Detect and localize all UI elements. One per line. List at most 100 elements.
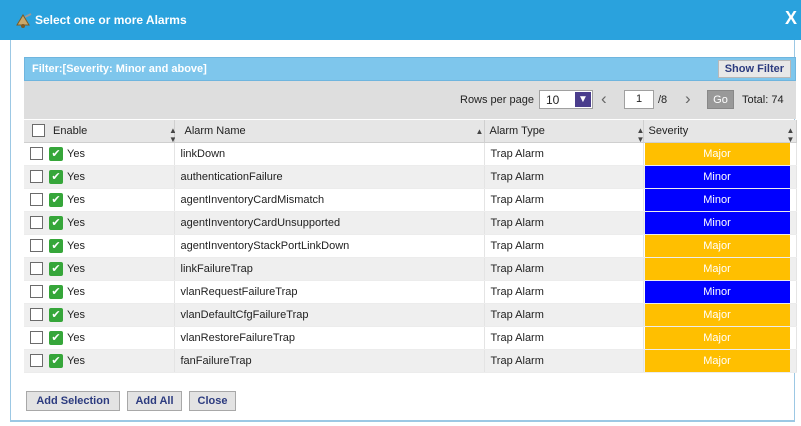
check-icon: ✔ (49, 261, 63, 276)
alarm-name-cell: agentInventoryCardMismatch (174, 188, 485, 212)
alarm-table: Enable ▲ ▼ Alarm Name ▲ Alarm Type ▲ ▼ Sev… (24, 120, 797, 373)
column-severity[interactable]: Severity ▲ ▼ (643, 120, 797, 144)
page-number-input[interactable]: 1 (624, 90, 654, 109)
alarm-name-cell: vlanRestoreFailureTrap (174, 326, 485, 350)
column-enable[interactable]: Enable ▲ ▼ (24, 120, 177, 144)
enable-cell: ✔ Yes (24, 280, 175, 304)
row-checkbox[interactable] (30, 262, 43, 275)
page-count: /8 (658, 94, 668, 106)
column-enable-label: Enable (53, 125, 88, 137)
severity-cell: Minor (643, 165, 797, 189)
alarm-name-cell: vlanDefaultCfgFailureTrap (174, 303, 485, 327)
add-selection-button[interactable]: Add Selection (26, 391, 120, 411)
sort-ascending-icon[interactable]: ▲ (476, 127, 484, 136)
rows-per-page-value: 10 (546, 93, 560, 107)
enabled-value: Yes (67, 308, 85, 321)
alarm-name-cell: agentInventoryStackPortLinkDown (174, 234, 485, 258)
enable-cell: ✔ Yes (24, 165, 175, 189)
alarm-type-cell: Trap Alarm (484, 257, 644, 281)
filter-text: Filter:[Severity: Minor and above] (32, 63, 207, 75)
enabled-value: Yes (67, 262, 85, 275)
severity-badge: Minor (644, 188, 790, 211)
row-checkbox[interactable] (30, 285, 43, 298)
row-checkbox[interactable] (30, 147, 43, 160)
severity-cell: Major (643, 257, 797, 281)
row-checkbox[interactable] (30, 193, 43, 206)
severity-badge: Major (644, 349, 790, 372)
alarm-type-cell: Trap Alarm (484, 211, 644, 235)
column-alarm-type-label: Alarm Type (489, 125, 545, 137)
table-row[interactable]: ✔ Yes vlanRequestFailureTrap Trap Alarm Mino… (24, 280, 797, 304)
alarm-type-cell: Trap Alarm (484, 349, 644, 373)
previous-page-icon[interactable]: ‹ (601, 89, 607, 109)
table-row[interactable]: ✔ Yes fanFailureTrap Trap Alarm Major (24, 349, 797, 373)
table-row[interactable]: ✔ Yes vlanDefaultCfgFailureTrap Trap Alarm M… (24, 303, 797, 327)
table-row[interactable]: ✔ Yes linkDown Trap Alarm Major (24, 142, 797, 166)
severity-badge: Major (644, 303, 790, 326)
enabled-value: Yes (67, 331, 85, 344)
severity-cell: Minor (643, 188, 797, 212)
alarm-name-cell: linkFailureTrap (174, 257, 485, 281)
alarm-name-cell: agentInventoryCardUnsupported (174, 211, 485, 235)
column-alarm-name-label: Alarm Name (184, 125, 246, 137)
enable-cell: ✔ Yes (24, 257, 175, 281)
row-checkbox[interactable] (30, 239, 43, 252)
table-row[interactable]: ✔ Yes authenticationFailure Trap Alarm Minor (24, 165, 797, 189)
close-button[interactable]: Close (189, 391, 236, 411)
table-row[interactable]: ✔ Yes agentInventoryStackPortLinkDown Trap … (24, 234, 797, 258)
enable-cell: ✔ Yes (24, 211, 175, 235)
row-checkbox[interactable] (30, 354, 43, 367)
enable-cell: ✔ Yes (24, 303, 175, 327)
dialog-title-bar: Select one or more Alarms X (0, 0, 801, 40)
severity-badge: Minor (644, 280, 790, 303)
select-all-checkbox[interactable] (32, 124, 45, 137)
total-count: Total: 74 (742, 94, 784, 106)
close-dialog-button[interactable]: X (785, 8, 797, 29)
go-button[interactable]: Go (707, 90, 734, 109)
severity-badge: Major (644, 257, 790, 280)
check-icon: ✔ (49, 146, 63, 161)
alarm-type-cell: Trap Alarm (484, 142, 644, 166)
alarm-type-cell: Trap Alarm (484, 188, 644, 212)
column-severity-label: Severity (648, 125, 689, 137)
enabled-value: Yes (67, 354, 85, 367)
alarm-name-cell: linkDown (174, 142, 485, 166)
rows-per-page-select[interactable]: 10 ▼ (539, 90, 593, 109)
column-alarm-type[interactable]: Alarm Type ▲ ▼ (484, 120, 644, 144)
table-row[interactable]: ✔ Yes vlanRestoreFailureTrap Trap Alarm Majo… (24, 326, 797, 350)
check-icon: ✔ (49, 215, 63, 230)
severity-cell: Major (643, 303, 797, 327)
severity-cell: Major (643, 142, 797, 166)
table-row[interactable]: ✔ Yes linkFailureTrap Trap Alarm Major (24, 257, 797, 281)
row-checkbox[interactable] (30, 331, 43, 344)
next-page-icon[interactable]: › (685, 89, 691, 109)
enable-cell: ✔ Yes (24, 326, 175, 350)
alarm-type-cell: Trap Alarm (484, 165, 644, 189)
alarm-type-cell: Trap Alarm (484, 326, 644, 350)
check-icon: ✔ (49, 307, 63, 322)
row-checkbox[interactable] (30, 308, 43, 321)
row-checkbox[interactable] (30, 170, 43, 183)
enable-cell: ✔ Yes (24, 234, 175, 258)
filter-bar: Filter:[Severity: Minor and above] Show … (24, 57, 796, 81)
enabled-value: Yes (67, 239, 85, 252)
add-all-button[interactable]: Add All (127, 391, 182, 411)
check-icon: ✔ (49, 330, 63, 345)
alarm-name-cell: authenticationFailure (174, 165, 485, 189)
dialog-title: Select one or more Alarms (35, 13, 187, 27)
enabled-value: Yes (67, 285, 85, 298)
row-checkbox[interactable] (30, 216, 43, 229)
table-row[interactable]: ✔ Yes agentInventoryCardUnsupported Trap Al… (24, 211, 797, 235)
table-row[interactable]: ✔ Yes agentInventoryCardMismatch Trap Alarm… (24, 188, 797, 212)
severity-badge: Major (644, 142, 790, 165)
column-alarm-name[interactable]: Alarm Name ▲ (174, 120, 485, 143)
enable-cell: ✔ Yes (24, 142, 175, 166)
sort-icon[interactable]: ▲ ▼ (787, 126, 795, 144)
severity-badge: Minor (644, 211, 790, 234)
enable-cell: ✔ Yes (24, 188, 175, 212)
severity-cell: Major (643, 326, 797, 350)
chevron-down-icon[interactable]: ▼ (575, 92, 591, 107)
show-filter-button[interactable]: Show Filter (717, 60, 791, 78)
severity-cell: Minor (643, 211, 797, 235)
severity-cell: Minor (643, 280, 797, 304)
